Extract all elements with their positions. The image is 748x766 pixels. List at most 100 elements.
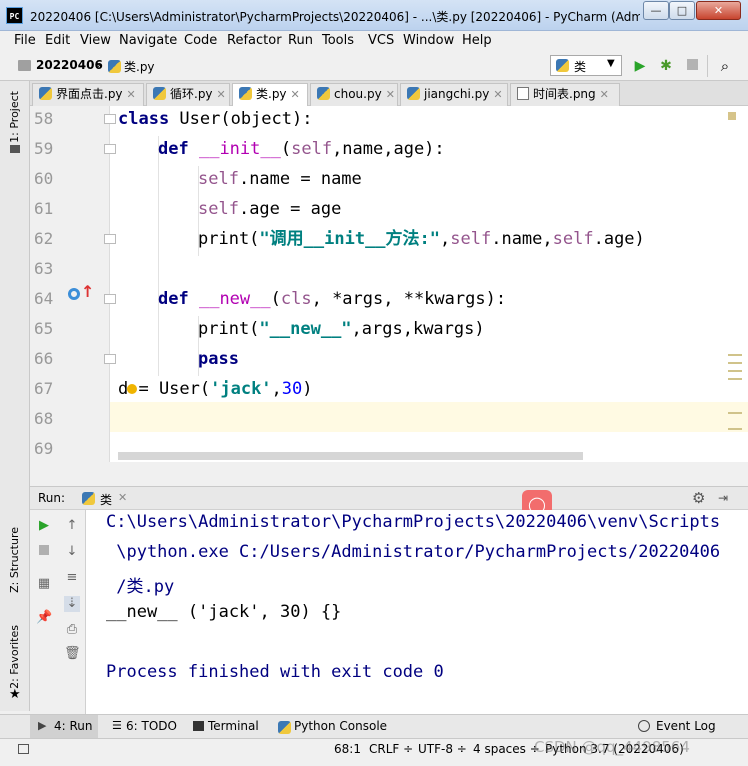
soft-wrap-icon[interactable]: ≡ <box>64 570 80 586</box>
tab-shijianbiao[interactable]: 时间表.png ✕ <box>510 83 620 106</box>
left-tool-strip: 1: Project Z: Structure 2: Favorites ★ <box>0 81 30 711</box>
code-editor[interactable]: 58 59 60 61 62 63 64 65 66 67 68 69 ↑ cl… <box>30 106 748 462</box>
tab-label: 循环.py <box>170 87 213 101</box>
favorites-tool-tab[interactable]: 2: Favorites <box>8 625 21 689</box>
code-text: , <box>440 229 451 249</box>
tab-todo[interactable]: 6: TODO <box>126 719 177 733</box>
close-icon[interactable]: ✕ <box>217 88 226 101</box>
indent-setting[interactable]: 4 spaces ÷ <box>473 742 540 756</box>
print-icon[interactable]: ⎙ <box>64 622 80 638</box>
scroll-marker <box>728 362 742 364</box>
tab-label: 类.py <box>256 87 287 101</box>
scroll-marker <box>728 378 742 380</box>
stop-icon[interactable] <box>36 544 52 560</box>
code-text: ( <box>280 139 292 159</box>
run-label: Run: <box>38 491 66 505</box>
string-literal: "调用__init__方法:" <box>259 229 441 249</box>
console-line: /类.py <box>106 577 175 597</box>
string-literal: 'jack' <box>210 379 272 399</box>
minimize-button[interactable]: — <box>643 1 669 20</box>
inspection-marker-icon[interactable] <box>728 112 736 120</box>
menu-edit[interactable]: Edit <box>45 33 70 48</box>
line-number: 61 <box>34 199 54 218</box>
code-area[interactable]: class User(object): def __init__(self,na… <box>118 106 728 462</box>
breadcrumb-project[interactable]: 20220406 <box>36 58 103 72</box>
close-icon[interactable]: ✕ <box>291 88 300 101</box>
code-text: .age) <box>593 229 645 249</box>
tab-terminal[interactable]: Terminal <box>208 719 259 733</box>
code-text: .name = name <box>238 169 362 189</box>
tab-event-log[interactable]: Event Log <box>656 719 716 733</box>
tab-jiangchi[interactable]: jiangchi.py ✕ <box>400 83 508 106</box>
tab-run[interactable]: ▶ 4: Run <box>30 715 98 739</box>
pin-icon[interactable]: 📌 <box>36 610 52 626</box>
menu-view[interactable]: View <box>80 33 111 48</box>
event-log-icon <box>638 720 650 732</box>
close-icon[interactable]: ✕ <box>600 88 609 101</box>
close-icon[interactable]: ✕ <box>127 88 136 101</box>
arrow-up-icon: ↑ <box>81 282 95 301</box>
menu-file[interactable]: File <box>14 33 36 48</box>
editor-tabs: 界面点击.py ✕ 循环.py ✕ 类.py ✕ chou.py ✕ jiangchi.… <box>30 81 748 106</box>
todo-icon: ☰ <box>112 719 122 732</box>
tab-python-console[interactable]: Python Console <box>294 719 387 733</box>
caret-position[interactable]: 68:1 <box>334 742 361 756</box>
breadcrumb-file[interactable]: 类.py <box>124 58 155 75</box>
structure-tool-tab[interactable]: Z: Structure <box>8 527 21 593</box>
tab-lei[interactable]: 类.py ✕ <box>232 83 308 106</box>
fold-icon[interactable] <box>104 294 116 304</box>
trash-icon[interactable]: 🗑 <box>64 646 81 662</box>
run-config-tab[interactable]: 类 <box>100 491 112 508</box>
file-encoding[interactable]: UTF-8 ÷ <box>418 742 467 756</box>
tab-jiemian[interactable]: 界面点击.py ✕ <box>32 83 144 106</box>
fold-icon[interactable] <box>104 354 116 364</box>
keyword-def: def <box>158 139 189 159</box>
maximize-button[interactable]: □ <box>669 1 695 20</box>
run-config-select[interactable]: 类 ▼ <box>550 55 622 76</box>
line-number: 67 <box>34 379 54 398</box>
close-icon[interactable]: ✕ <box>386 88 395 101</box>
scroll-to-end-icon[interactable]: ⇣ <box>64 596 80 612</box>
string-literal: "__new__" <box>259 319 352 339</box>
tab-xunhuan[interactable]: 循环.py ✕ <box>146 83 230 106</box>
gear-icon[interactable]: ⚙ <box>692 489 705 507</box>
menu-vcs[interactable]: VCS <box>368 33 394 48</box>
menu-tools[interactable]: Tools <box>322 33 354 48</box>
menu-code[interactable]: Code <box>184 33 217 48</box>
fold-icon[interactable] <box>104 144 116 154</box>
terminal-icon <box>193 721 204 731</box>
run-console[interactable]: C:\Users\Administrator\PycharmProjects\2… <box>86 510 748 714</box>
number-literal: 30 <box>281 379 303 399</box>
horizontal-scrollbar[interactable] <box>118 452 583 460</box>
search-icon[interactable]: ⌕ <box>716 57 734 75</box>
project-tool-tab[interactable]: 1: Project <box>8 91 21 143</box>
run-icon[interactable]: ▶ <box>631 57 649 75</box>
self-keyword: self <box>198 199 239 219</box>
menu-refactor[interactable]: Refactor <box>227 33 282 48</box>
layout-icon[interactable]: ▦ <box>36 576 52 592</box>
line-separator[interactable]: CRLF ÷ <box>369 742 413 756</box>
close-button[interactable]: ✕ <box>696 1 741 20</box>
run-toolbar: ▶ ↑ ↓ ≡ ▦ ⇣ 📌 ⎙ 🗑 <box>30 510 86 714</box>
fold-icon[interactable] <box>104 114 116 124</box>
rerun-icon[interactable]: ▶ <box>36 518 52 534</box>
hide-panel-icon[interactable]: ⇥ <box>718 491 728 505</box>
keyword-def: def <box>158 289 189 309</box>
override-marker-icon[interactable] <box>68 288 80 300</box>
close-icon[interactable]: ✕ <box>493 88 502 101</box>
arrow-up-icon[interactable]: ↑ <box>64 518 80 534</box>
close-icon[interactable]: ✕ <box>118 491 127 504</box>
arrow-down-icon[interactable]: ↓ <box>64 544 80 560</box>
lightbulb-icon[interactable] <box>127 384 137 394</box>
menu-navigate[interactable]: Navigate <box>119 33 177 48</box>
menu-run[interactable]: Run <box>288 33 313 48</box>
python-icon <box>556 59 569 72</box>
toggle-tool-windows-icon[interactable] <box>18 744 29 754</box>
tab-chou[interactable]: chou.py ✕ <box>310 83 398 106</box>
menu-help[interactable]: Help <box>462 33 492 48</box>
tab-label: chou.py <box>334 87 382 101</box>
debug-icon[interactable]: ✱ <box>657 57 675 75</box>
menu-window[interactable]: Window <box>403 33 454 48</box>
stop-icon[interactable] <box>683 57 701 75</box>
fold-icon[interactable] <box>104 234 116 244</box>
